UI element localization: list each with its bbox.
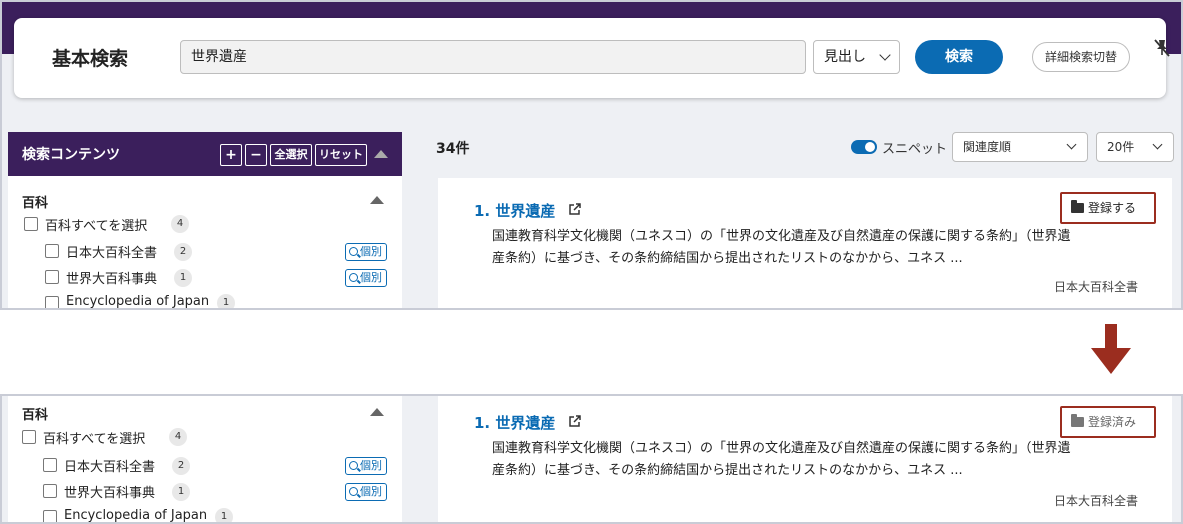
count-badge: 4	[169, 428, 187, 446]
snippet-line: 産条約）に基づき、その条約締結国から提出されたリストのなかから、ユネス ...	[492, 463, 963, 478]
item-label: Encyclopedia of Japan	[64, 508, 208, 523]
snippet-toggle[interactable]	[851, 140, 877, 154]
individual-search-label: 個別	[360, 271, 382, 284]
result-title-link[interactable]: 1. 世界遺産	[474, 200, 555, 221]
snippet-toggle-label: スニペット	[882, 142, 948, 157]
individual-search-button[interactable]: 個別	[345, 269, 387, 287]
registered-label: 登録済み	[1088, 415, 1137, 429]
registered-button[interactable]: 登録済み	[1060, 406, 1156, 438]
search-contents-sidebar: 百科 百科すべてを選択 4 日本大百科全書 2 個別 世界大百科事典 1 個別 …	[8, 396, 402, 523]
count-badge: 1	[215, 508, 233, 522]
search-input[interactable]: 世界遺産	[180, 40, 806, 74]
count-badge: 1	[174, 269, 192, 287]
search-button[interactable]: 検索	[915, 40, 1003, 74]
unpin-icon[interactable]	[1152, 38, 1172, 58]
individual-search-button[interactable]: 個別	[345, 483, 387, 501]
checkbox-sekai-daihyakka[interactable]	[43, 484, 57, 498]
individual-search-button[interactable]: 個別	[345, 243, 387, 261]
transition-arrow	[1105, 324, 1117, 350]
per-page-select[interactable]: 20件	[1096, 132, 1174, 162]
collapse-all-button[interactable]: −	[245, 144, 267, 166]
individual-search-label: 個別	[360, 459, 382, 472]
external-link-icon[interactable]	[568, 203, 581, 216]
sort-value: 関連度順	[963, 140, 1012, 154]
result-card: 1. 世界遺産 登録する 国連教育科学文化機関（ユネスコ）の「世界の文化遺産及び…	[438, 178, 1172, 308]
item-label: 世界大百科事典	[64, 486, 156, 501]
before-panel: 基本検索 世界遺産 見出し 検索 詳細検索切替 検索コンテンツ + − 全選択 …	[0, 0, 1183, 310]
result-count: 34件	[436, 141, 470, 157]
sidebar-title: 検索コンテンツ	[22, 147, 120, 163]
select-all-label: 百科すべてを選択	[43, 432, 146, 447]
count-badge: 4	[171, 215, 189, 233]
count-badge: 1	[172, 483, 190, 501]
sidebar-header: 検索コンテンツ + − 全選択 リセット	[8, 132, 402, 176]
section-collapse-icon[interactable]	[370, 408, 384, 416]
search-contents-sidebar: 検索コンテンツ + − 全選択 リセット 百科 百科すべてを選択 4 日本大百科…	[8, 132, 402, 309]
snippet-line: 国連教育科学文化機関（ユネスコ）の「世界の文化遺産及び自然遺産の保護に関する条約…	[492, 229, 1071, 244]
item-label: 日本大百科全書	[66, 246, 158, 261]
chevron-down-icon	[1152, 139, 1163, 150]
section-title: 百科	[22, 408, 49, 423]
search-title: 基本検索	[52, 48, 129, 70]
result-card: 1. 世界遺産 登録済み 国連教育科学文化機関（ユネスコ）の「世界の文化遺産及び…	[438, 396, 1172, 522]
item-label: 世界大百科事典	[66, 272, 158, 287]
section-title: 百科	[22, 196, 49, 211]
individual-search-button[interactable]: 個別	[345, 457, 387, 475]
select-all-label: 百科すべてを選択	[45, 219, 148, 234]
folder-plus-icon	[1071, 200, 1084, 213]
checkbox-sekai-daihyakka[interactable]	[45, 270, 59, 284]
chevron-down-icon	[879, 49, 891, 61]
search-icon	[349, 487, 358, 496]
count-badge: 2	[172, 457, 190, 475]
individual-search-label: 個別	[360, 245, 382, 258]
transition-arrow-head	[1091, 348, 1131, 374]
item-label: 日本大百科全書	[64, 460, 156, 475]
per-page-value: 20件	[1107, 140, 1135, 154]
checkbox-nipponica[interactable]	[45, 244, 59, 258]
select-all-checkbox[interactable]	[22, 430, 36, 444]
snippet-line: 産条約）に基づき、その条約締結国から提出されたリストのなかから、ユネス ...	[492, 251, 963, 266]
reset-button[interactable]: リセット	[315, 144, 367, 166]
search-icon	[349, 461, 358, 470]
count-badge: 1	[217, 294, 235, 308]
search-mode-value: 見出し	[824, 49, 866, 65]
after-panel: 百科 百科すべてを選択 4 日本大百科全書 2 個別 世界大百科事典 1 個別 …	[0, 394, 1183, 524]
basic-search-card: 基本検索 世界遺産 見出し 検索 詳細検索切替	[14, 18, 1170, 98]
search-icon	[349, 273, 358, 282]
result-source: 日本大百科全書	[1053, 494, 1138, 508]
sort-select[interactable]: 関連度順	[952, 132, 1088, 162]
individual-search-label: 個別	[360, 485, 382, 498]
expand-all-button[interactable]: +	[220, 144, 242, 166]
snippet-line: 国連教育科学文化機関（ユネスコ）の「世界の文化遺産及び自然遺産の保護に関する条約…	[492, 441, 1071, 456]
result-snippet: 国連教育科学文化機関（ユネスコ）の「世界の文化遺産及び自然遺産の保護に関する条約…	[492, 226, 1148, 270]
select-all-checkbox[interactable]	[24, 217, 38, 231]
section-collapse-icon[interactable]	[370, 196, 384, 204]
folder-icon	[1071, 414, 1084, 427]
advanced-search-toggle-button[interactable]: 詳細検索切替	[1032, 42, 1130, 72]
external-link-icon[interactable]	[568, 415, 581, 428]
result-snippet: 国連教育科学文化機関（ユネスコ）の「世界の文化遺産及び自然遺産の保護に関する条約…	[492, 438, 1148, 482]
sidebar-collapse-icon[interactable]	[374, 150, 388, 158]
checkbox-encyclopedia-of-japan[interactable]	[43, 510, 57, 522]
search-icon	[349, 247, 358, 256]
select-all-button[interactable]: 全選択	[270, 144, 312, 166]
result-source: 日本大百科全書	[1053, 280, 1138, 294]
item-label: Encyclopedia of Japan	[66, 294, 210, 309]
checkbox-encyclopedia-of-japan[interactable]	[45, 296, 59, 308]
search-mode-select[interactable]: 見出し	[813, 40, 900, 74]
register-label: 登録する	[1088, 201, 1137, 215]
register-button[interactable]: 登録する	[1060, 192, 1156, 224]
result-title-link[interactable]: 1. 世界遺産	[474, 412, 555, 433]
chevron-down-icon	[1066, 139, 1077, 150]
count-badge: 2	[174, 243, 192, 261]
checkbox-nipponica[interactable]	[43, 458, 57, 472]
